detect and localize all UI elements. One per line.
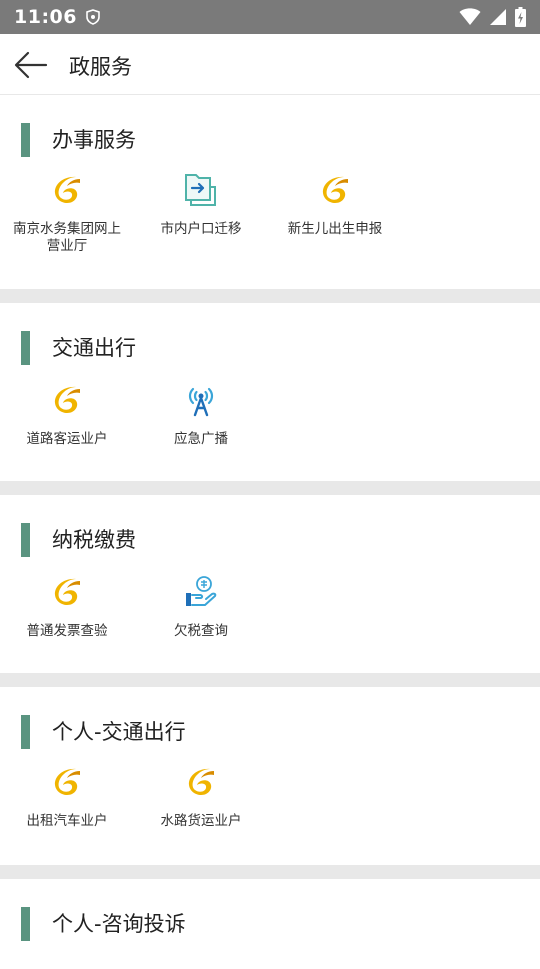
service-item-taxi-operator[interactable]: 出租汽车业户 [0, 765, 134, 830]
status-bar: 11:06 [0, 0, 540, 34]
service-item-label: 南京水务集团网上营业厅 [13, 221, 121, 254]
section-geren-zixun: 个人-咨询投诉 [0, 879, 540, 969]
service-item-label: 出租汽车业户 [26, 813, 108, 829]
section-title: 个人-咨询投诉 [21, 907, 186, 941]
swirl-logo-icon [54, 386, 80, 413]
section-divider [0, 289, 540, 303]
swirl-logo-icon [54, 768, 80, 795]
section-geren-jiaotong: 个人-交通出行 出租汽车业户 水路货运业户 [0, 687, 540, 865]
swirl-logo-icon [322, 176, 348, 203]
section-banshi-fuwu: 办事服务 南京水务集团网上营业厅 市内户口迁移 新生儿出生申报 [0, 95, 540, 289]
service-item-invoice-check[interactable]: 普通发票查验 [0, 575, 134, 640]
swirl-logo-icon [54, 578, 80, 605]
service-list: 办事服务 南京水务集团网上营业厅 市内户口迁移 新生儿出生申报 交通出行 道路客… [0, 95, 540, 969]
tax-hand-icon [186, 576, 217, 606]
section-nashui-jiaofei: 纳税缴费 普通发票查验 欠税查询 [0, 495, 540, 673]
swirl-logo-icon [54, 176, 80, 203]
service-item-waterway-freight[interactable]: 水路货运业户 [134, 765, 268, 830]
service-item-label: 欠税查询 [174, 623, 228, 639]
service-item-newborn-report[interactable]: 新生儿出生申报 [268, 173, 402, 238]
service-item-tax-arrears[interactable]: 欠税查询 [134, 575, 268, 640]
broadcast-tower-icon [188, 387, 214, 417]
service-item-hukou-transfer[interactable]: 市内户口迁移 [134, 173, 268, 238]
battery-icon [515, 7, 526, 27]
wifi-icon [459, 8, 481, 25]
signal-icon [490, 9, 506, 25]
section-divider [0, 865, 540, 879]
status-time: 11:06 [14, 6, 77, 28]
app-bar: 政服务 [0, 34, 540, 95]
shield-icon [86, 9, 100, 25]
back-arrow-icon[interactable] [10, 48, 50, 82]
section-jiaotong-chuxing: 交通出行 道路客运业户 应急广播 [0, 303, 540, 481]
swirl-logo-icon [188, 768, 214, 795]
service-item-water-hall[interactable]: 南京水务集团网上营业厅 [0, 173, 134, 255]
service-item-label: 水路货运业户 [160, 813, 242, 829]
section-title: 办事服务 [21, 123, 136, 157]
section-title: 交通出行 [21, 331, 136, 365]
service-item-label: 道路客运业户 [26, 431, 108, 447]
service-item-road-passenger[interactable]: 道路客运业户 [0, 383, 134, 448]
section-divider [0, 481, 540, 495]
section-title: 个人-交通出行 [21, 715, 186, 749]
service-item-label: 市内户口迁移 [160, 221, 242, 237]
section-title: 纳税缴费 [21, 523, 136, 557]
service-item-emergency-broadcast[interactable]: 应急广播 [134, 383, 268, 448]
page-title: 政服务 [69, 55, 132, 79]
folder-transfer-icon [185, 174, 216, 206]
section-divider [0, 673, 540, 687]
service-item-label: 新生儿出生申报 [287, 221, 383, 237]
service-item-label: 应急广播 [174, 431, 228, 447]
service-item-label: 普通发票查验 [26, 623, 108, 639]
